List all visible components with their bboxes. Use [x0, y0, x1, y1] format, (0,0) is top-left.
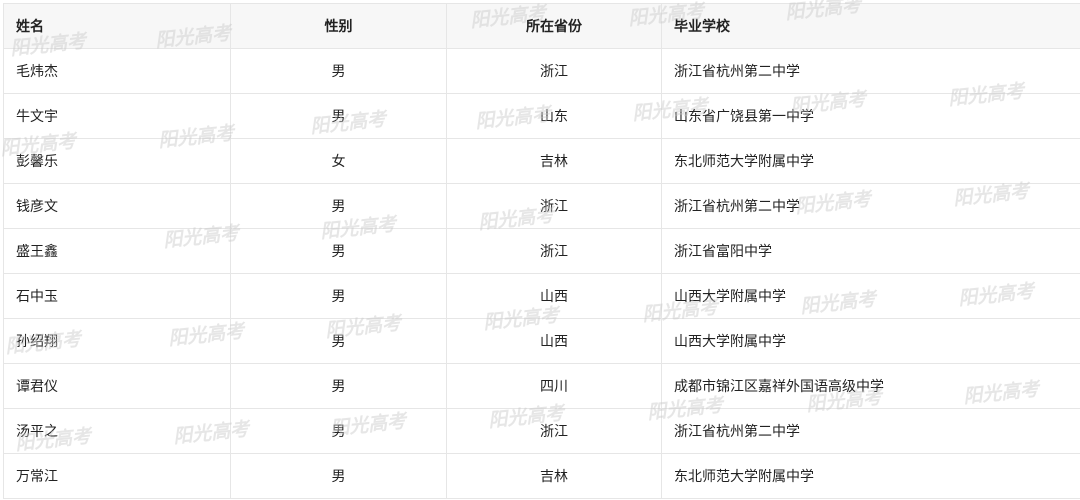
table-row: 汤平之 男 浙江 浙江省杭州第二中学: [3, 408, 1080, 454]
cell-province: 浙江: [446, 408, 662, 454]
cell-gender: 男: [230, 453, 447, 499]
cell-province: 四川: [446, 363, 662, 409]
header-province: 所在省份: [446, 3, 662, 49]
cell-province: 山西: [446, 318, 662, 364]
cell-name: 毛炜杰: [3, 48, 231, 94]
cell-province: 山东: [446, 93, 662, 139]
header-gender: 性别: [230, 3, 447, 49]
table-row: 钱彦文 男 浙江 浙江省杭州第二中学: [3, 183, 1080, 229]
cell-school: 成都市锦江区嘉祥外国语高级中学: [661, 363, 1080, 409]
cell-school: 浙江省富阳中学: [661, 228, 1080, 274]
cell-province: 浙江: [446, 183, 662, 229]
cell-gender: 男: [230, 48, 447, 94]
table-row: 石中玉 男 山西 山西大学附属中学: [3, 273, 1080, 319]
table-row: 彭馨乐 女 吉林 东北师范大学附属中学: [3, 138, 1080, 184]
table-row: 万常江 男 吉林 东北师范大学附属中学: [3, 453, 1080, 499]
cell-name: 孙绍翔: [3, 318, 231, 364]
cell-gender: 女: [230, 138, 447, 184]
cell-gender: 男: [230, 408, 447, 454]
cell-province: 吉林: [446, 138, 662, 184]
cell-province: 浙江: [446, 228, 662, 274]
cell-gender: 男: [230, 363, 447, 409]
cell-gender: 男: [230, 228, 447, 274]
cell-name: 谭君仪: [3, 363, 231, 409]
cell-name: 盛王鑫: [3, 228, 231, 274]
cell-gender: 男: [230, 318, 447, 364]
table-header-row: 姓名 性别 所在省份 毕业学校: [3, 3, 1080, 49]
cell-school: 东北师范大学附属中学: [661, 453, 1080, 499]
cell-school: 山东省广饶县第一中学: [661, 93, 1080, 139]
cell-name: 汤平之: [3, 408, 231, 454]
header-school: 毕业学校: [661, 3, 1080, 49]
cell-province: 山西: [446, 273, 662, 319]
cell-school: 浙江省杭州第二中学: [661, 408, 1080, 454]
table-row: 谭君仪 男 四川 成都市锦江区嘉祥外国语高级中学: [3, 363, 1080, 409]
cell-school: 山西大学附属中学: [661, 273, 1080, 319]
table-row: 毛炜杰 男 浙江 浙江省杭州第二中学: [3, 48, 1080, 94]
cell-name: 万常江: [3, 453, 231, 499]
cell-school: 东北师范大学附属中学: [661, 138, 1080, 184]
header-name: 姓名: [3, 3, 231, 49]
table-row: 孙绍翔 男 山西 山西大学附属中学: [3, 318, 1080, 364]
cell-school: 浙江省杭州第二中学: [661, 183, 1080, 229]
cell-name: 彭馨乐: [3, 138, 231, 184]
table-row: 牛文宇 男 山东 山东省广饶县第一中学: [3, 93, 1080, 139]
cell-gender: 男: [230, 273, 447, 319]
cell-school: 山西大学附属中学: [661, 318, 1080, 364]
cell-gender: 男: [230, 93, 447, 139]
table-row: 盛王鑫 男 浙江 浙江省富阳中学: [3, 228, 1080, 274]
cell-school: 浙江省杭州第二中学: [661, 48, 1080, 94]
student-table: 姓名 性别 所在省份 毕业学校 毛炜杰 男 浙江 浙江省杭州第二中学 牛文宇 男…: [3, 3, 1080, 499]
cell-name: 牛文宇: [3, 93, 231, 139]
cell-gender: 男: [230, 183, 447, 229]
page: 姓名 性别 所在省份 毕业学校 毛炜杰 男 浙江 浙江省杭州第二中学 牛文宇 男…: [0, 0, 1080, 500]
cell-name: 钱彦文: [3, 183, 231, 229]
cell-province: 吉林: [446, 453, 662, 499]
cell-name: 石中玉: [3, 273, 231, 319]
cell-province: 浙江: [446, 48, 662, 94]
